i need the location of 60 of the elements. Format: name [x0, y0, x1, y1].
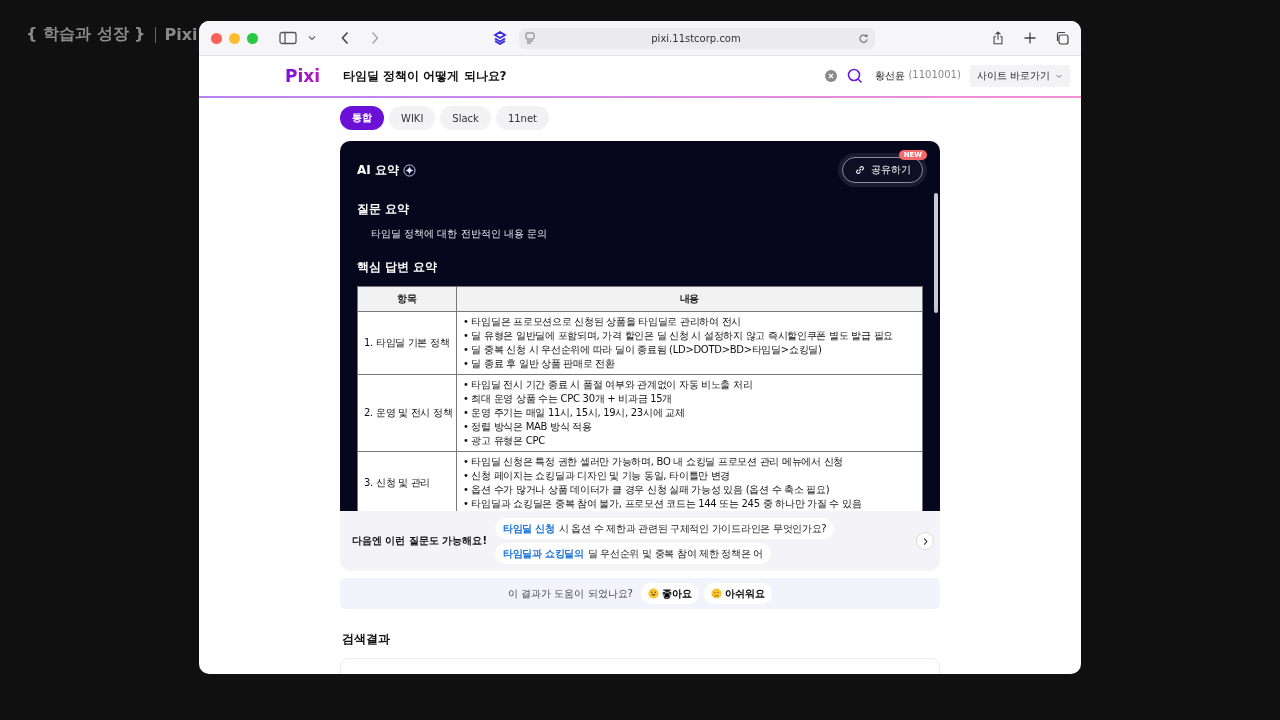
forward-icon[interactable] [370, 31, 380, 45]
site-logo-icon [492, 31, 507, 45]
scrollbar[interactable] [934, 193, 938, 313]
table-cell: 2. 운영 및 전시 정책 [357, 374, 457, 452]
ai-summary-title: AI 요약 [357, 161, 399, 179]
section-heading: 질문 요약 [357, 201, 411, 218]
site-shortcut-dropdown[interactable]: 사이트 바로가기 [969, 65, 1070, 87]
search-icon[interactable] [847, 68, 864, 84]
bullet-text: • 최대 운영 상품 수는 CPC 30개 + 비과금 15개 [463, 392, 674, 406]
link-icon [854, 164, 866, 176]
feedback-button[interactable]: 좋아요 [640, 583, 699, 604]
bullet-text: • 타임딜은 프로모션으로 신청된 상품을 타임딜로 관리하여 전시 [463, 315, 742, 329]
crying-face-icon [710, 588, 722, 599]
address-bar[interactable]: pixi.11stcorp.com [518, 27, 875, 49]
tabs-overview-icon[interactable] [1055, 31, 1069, 45]
bullet-text: • 광고 유형은 CPC [463, 434, 546, 448]
user-name: 황선윤 [875, 69, 906, 83]
column-header: 내용 [456, 286, 923, 312]
column-header: 항목 [357, 286, 457, 312]
chevron-right-icon [921, 536, 929, 546]
search-query-field[interactable]: 타임딜 정책이 어떻게 되나요? [343, 67, 826, 85]
bullet-text: • 옵션 수가 많거나 상품 데이터가 클 경우 신청 실패 가능성 있음 (옵션 수 축소 필요) [463, 483, 831, 497]
table-cell: 1. 타임딜 기본 정책 [357, 311, 457, 375]
filter-tab[interactable]: Slack [440, 106, 491, 130]
sparkle-icon [402, 163, 416, 177]
suggestion-chip[interactable]: 타임딜과 쇼킹딜의 딜 우선순위 및 중복 참여 제한 정책은 어 [495, 543, 772, 564]
close-button[interactable] [211, 32, 222, 44]
bullet-text: • 운영 주기는 매일 11시, 15시, 19시, 23시에 교체 [463, 406, 686, 420]
bullet-text: • 딜 종료 후 일반 상품 판매로 전환 [463, 357, 616, 371]
feedback-question: 이 결과가 도움이 되었나요? [508, 586, 633, 601]
filter-tab[interactable]: 통합 [340, 106, 384, 130]
smiling-face-icon [647, 588, 659, 599]
bullet-text: • 딜 유형은 일반딜에 포함되며, 가격 할인은 딜 신청 시 설정하지 않고 즉시할인쿠폰 별도 발급 필요 [463, 329, 894, 343]
chevron-down-icon [1055, 72, 1063, 80]
caption-title: { 학습과 성장 } [26, 24, 146, 45]
filter-tab[interactable]: 11net [495, 106, 550, 130]
plus-icon[interactable] [1023, 31, 1037, 45]
chevron-down-icon[interactable] [308, 34, 316, 42]
next-button[interactable] [916, 532, 934, 550]
bullet-text: • 타임딜 전시 기간 종료 시 품절 여부와 관계없이 자동 비노출 처리 [463, 378, 754, 392]
reload-icon[interactable] [857, 32, 869, 44]
user-id: (1101001) [908, 69, 961, 82]
bullet-text: • 타임딜 신청은 특정 권한 셀러만 가능하며, BO 내 쇼킹딜 프로모션 관리 메뉴에서 신청 [463, 455, 844, 469]
suggestion-chip[interactable]: 타임딜 신청 시 옵션 수 제한과 관련된 구체적인 가이드라인은 무엇인가요? [495, 518, 835, 539]
suggestion-label: 다음엔 이런 질문도 가능해요! [352, 534, 487, 548]
bullet-text: • 딜 중복 신청 시 우선순위에 따라 딜이 종료됨 (LD>DOTD>BD>타임딜>쇼킹딜) [463, 343, 823, 357]
filter-tab[interactable]: WIKI [389, 106, 436, 130]
page-icon [524, 32, 535, 44]
feedback-button[interactable]: 아쉬워요 [703, 583, 772, 604]
bullet-text: • 신청 페이지는 쇼킹딜과 디자인 및 기능 동일, 타이틀만 변경 [463, 469, 732, 483]
caption-app-name: Pixi [164, 25, 198, 44]
back-icon[interactable] [340, 31, 350, 45]
question-summary-text: 타임딜 정책에 대한 전반적인 내용 문의 [371, 227, 548, 241]
section-heading: 검색결과 [341, 631, 391, 648]
clear-icon[interactable] [825, 70, 838, 82]
share-icon[interactable] [991, 31, 1005, 45]
bullet-text: • 타임딜과 쇼킹딜은 중복 참여 불가, 프로모션 코드는 144 또는 245 중 하나만 가질 수 있음 [463, 497, 863, 511]
sidebar-icon[interactable] [278, 31, 300, 45]
section-heading: 핵심 답변 요약 [357, 259, 439, 276]
bullet-text: • 정렬 방식은 MAB 방식 적용 [463, 420, 593, 434]
